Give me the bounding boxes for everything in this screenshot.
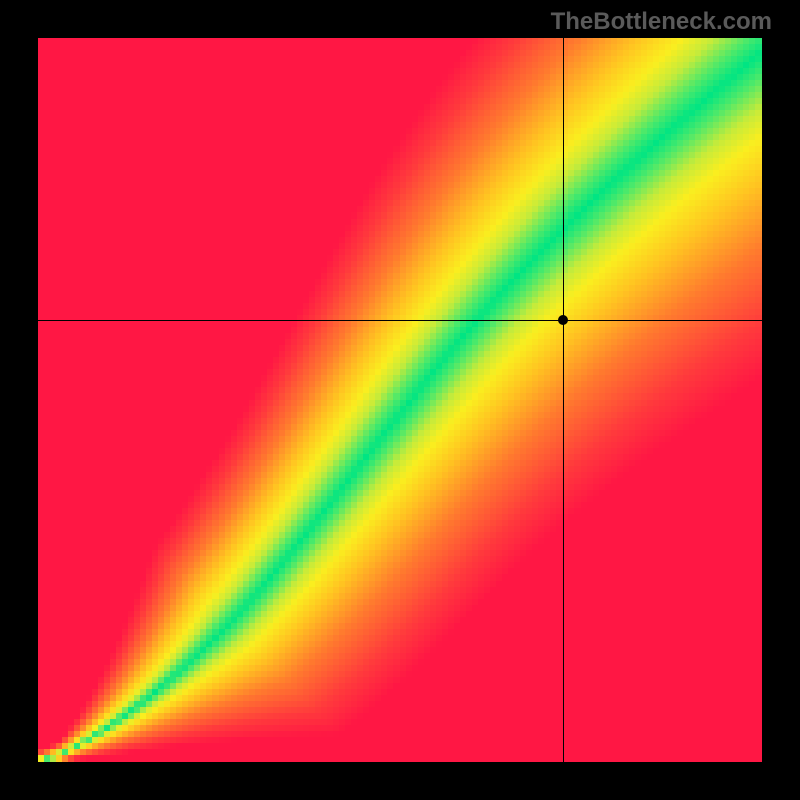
heatmap-canvas — [38, 38, 762, 762]
crosshair-vertical — [563, 38, 564, 762]
crosshair-horizontal — [38, 320, 762, 321]
plot-area — [38, 38, 762, 762]
watermark-text: TheBottleneck.com — [551, 8, 772, 36]
chart-container: TheBottleneck.com — [0, 0, 800, 800]
marker-dot — [558, 315, 568, 325]
